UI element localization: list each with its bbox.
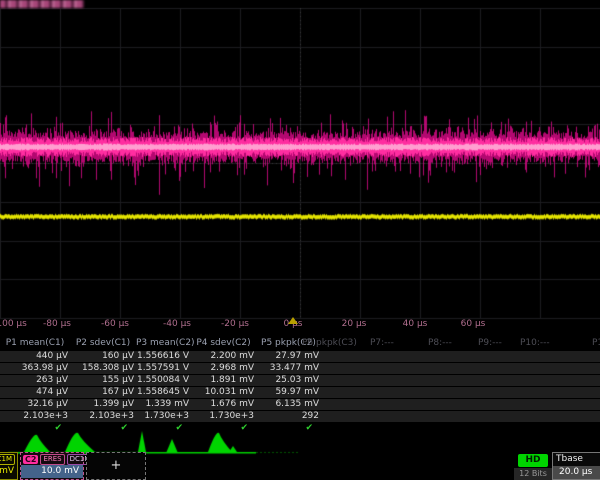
table-row: 263 µV155 µV1.550084 V1.891 mV25.03 mV xyxy=(0,375,600,386)
table-cell: 158.308 µV xyxy=(70,363,136,374)
table-cell: 2.968 mV xyxy=(191,363,256,374)
status-check-icon: ✔ xyxy=(136,423,191,434)
trigger-position-icon[interactable] xyxy=(288,317,298,324)
table-cell: 1.550084 V xyxy=(136,375,191,386)
oscilloscope-screen: -100 µs-80 µs-60 µs-40 µs-20 µs0 µs20 µs… xyxy=(0,0,600,480)
time-axis: -100 µs-80 µs-60 µs-40 µs-20 µs0 µs20 µs… xyxy=(0,317,600,332)
table-row: 474 µV167 µV1.558645 V10.031 mV59.97 mV xyxy=(0,387,600,398)
axis-label: -20 µs xyxy=(221,319,249,329)
axis-label: -80 µs xyxy=(43,319,71,329)
c2-label-badge: C2 xyxy=(23,455,38,464)
table-row: 32.16 µV1.399 µV1.339 mV1.676 mV6.135 mV xyxy=(0,399,600,410)
table-row: 440 µV160 µV1.556616 V2.200 mV27.97 mV xyxy=(0,351,600,362)
table-cell: 363.98 µV xyxy=(0,363,70,374)
param-header-inactive[interactable]: P8:--- xyxy=(428,337,452,350)
channel-c1-descriptor[interactable]: DC1M 0 mV xyxy=(0,452,18,480)
axis-label: 20 µs xyxy=(342,319,367,329)
table-cell: 474 µV xyxy=(0,387,70,398)
measurement-table: P1 mean(C1)P2 sdev(C1)P3 mean(C2)P4 sdev… xyxy=(0,337,600,435)
status-check-icon: ✔ xyxy=(0,423,70,434)
table-cell: 1.891 mV xyxy=(191,375,256,386)
table-cell: 2.200 mV xyxy=(191,351,256,362)
table-cell: 2.103e+3 xyxy=(0,411,70,422)
param-header[interactable]: P3 mean(C2) xyxy=(136,337,191,350)
table-cell: 1.557591 V xyxy=(136,363,191,374)
table-cell: 1.399 µV xyxy=(70,399,136,410)
axis-label: -60 µs xyxy=(101,319,129,329)
c1-coupling-badge: DC1M xyxy=(0,454,15,465)
status-check-icon: ✔ xyxy=(70,423,136,434)
table-cell: 1.556616 V xyxy=(136,351,191,362)
timebase-label: Tbase xyxy=(553,453,600,466)
table-row: 363.98 µV158.308 µV1.557591 V2.968 mV33.… xyxy=(0,363,600,374)
table-cell: 155 µV xyxy=(70,375,136,386)
table-cell: 27.97 mV xyxy=(256,351,321,362)
status-check-icon: ✔ xyxy=(191,423,256,434)
timebase-value: 20.0 µs xyxy=(553,466,600,479)
table-cell: 160 µV xyxy=(70,351,136,362)
param-header-inactive[interactable]: P9:--- xyxy=(478,337,502,350)
table-cell: 6.135 mV xyxy=(256,399,321,410)
axis-label: -40 µs xyxy=(163,319,191,329)
axis-label: 40 µs xyxy=(403,319,428,329)
add-trace-button[interactable]: + xyxy=(86,452,146,480)
table-cell: 33.477 mV xyxy=(256,363,321,374)
table-cell: 59.97 mV xyxy=(256,387,321,398)
table-cell: 167 µV xyxy=(70,387,136,398)
c2-scale-value: 10.0 mV xyxy=(21,465,83,478)
table-cell: 25.03 mV xyxy=(256,375,321,386)
table-cell: 263 µV xyxy=(0,375,70,386)
truncated-pink-text xyxy=(0,0,84,8)
table-cell: 1.730e+3 xyxy=(191,411,256,422)
table-cell: 2.103e+3 xyxy=(70,411,136,422)
table-cell: 32.16 µV xyxy=(0,399,70,410)
param-header-inactive[interactable]: P10:--- xyxy=(520,337,550,350)
table-cell: 292 xyxy=(256,411,321,422)
table-cell: 1.558645 V xyxy=(136,387,191,398)
c2-eres-badge: ERES xyxy=(40,454,64,465)
param-header[interactable]: P2 sdev(C1) xyxy=(70,337,136,350)
param-header[interactable]: P1 mean(C1) xyxy=(0,337,70,350)
c1-scale-value: 0 mV xyxy=(0,465,17,478)
table-row: 2.103e+32.103e+31.730e+31.730e+3292 xyxy=(0,411,600,422)
table-cell: 1.730e+3 xyxy=(136,411,191,422)
axis-label: 60 µs xyxy=(461,319,486,329)
timebase-descriptor[interactable]: Tbase 20.0 µs xyxy=(552,452,600,480)
axis-label: -100 µs xyxy=(0,319,27,329)
param-header-inactive[interactable]: P7:--- xyxy=(370,337,394,350)
table-cell: 1.339 mV xyxy=(136,399,191,410)
hd-bits-label: 12 Bits xyxy=(514,468,552,480)
table-cell: 440 µV xyxy=(0,351,70,362)
table-cell: 1.676 mV xyxy=(191,399,256,410)
param-header[interactable]: P4 sdev(C2) xyxy=(191,337,256,350)
table-cell: 10.031 mV xyxy=(191,387,256,398)
hd-mode-badge[interactable]: HD xyxy=(518,454,548,467)
channel-c2-descriptor[interactable]: C2 ERES DC1M 10.0 mV xyxy=(20,452,84,480)
status-check-icon: ✔ xyxy=(256,423,321,434)
param-header-inactive[interactable]: P11:--- xyxy=(592,337,600,350)
param-header-inactive[interactable]: P6 pkpk(C3) xyxy=(302,337,357,350)
